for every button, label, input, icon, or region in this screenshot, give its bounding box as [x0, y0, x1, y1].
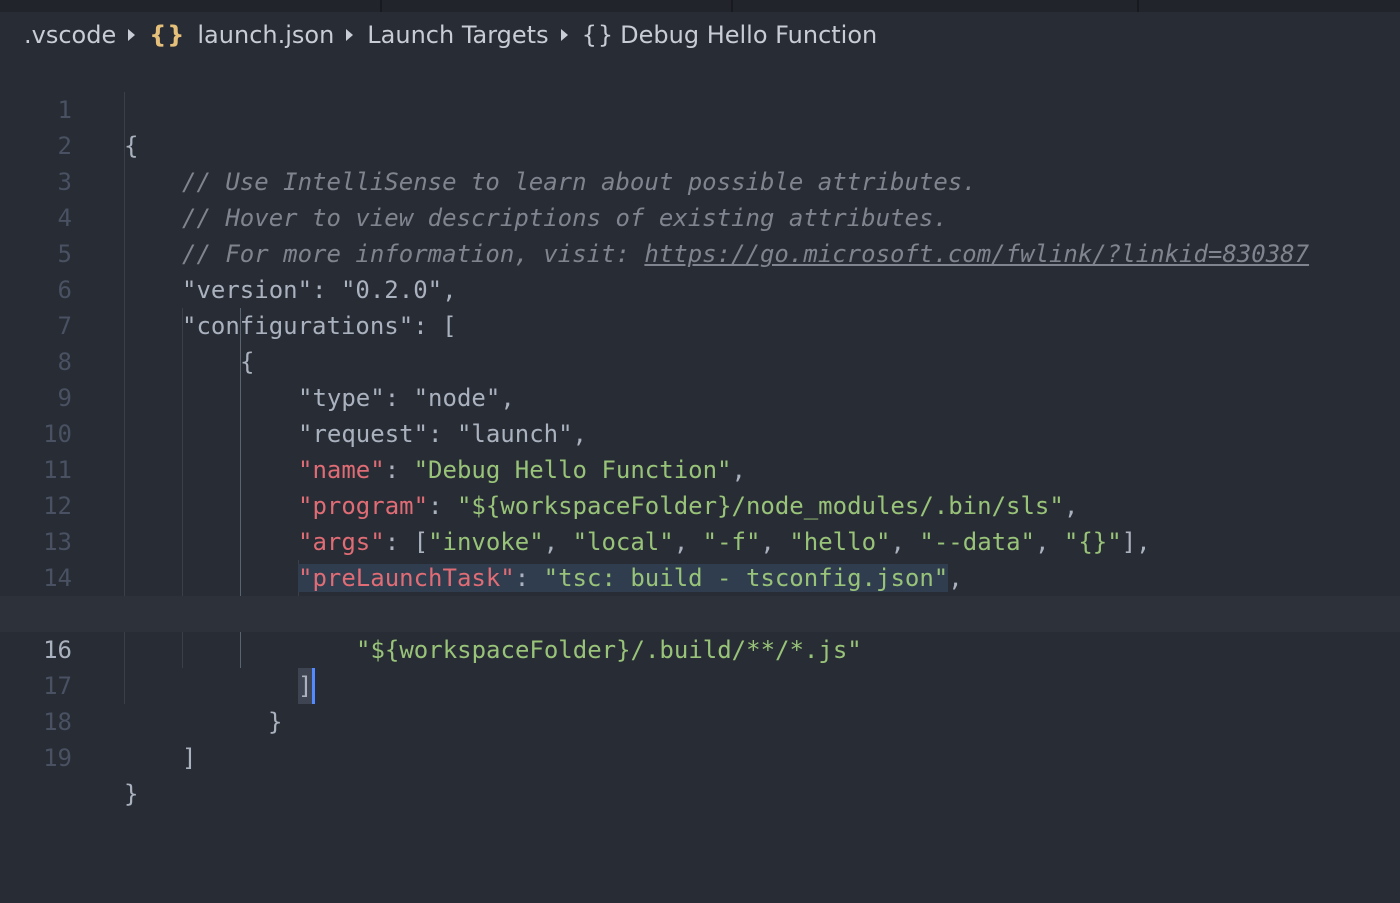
code-line[interactable]: 1 {: [0, 56, 1400, 160]
line-content: ]: [182, 740, 196, 776]
tab-separator: [380, 0, 382, 12]
code-line[interactable]: 9 "request": "launch",: [0, 344, 1400, 448]
breadcrumb-folder-label: .vscode: [24, 21, 117, 49]
chevron-right-icon: [560, 29, 568, 41]
code-line[interactable]: 2 // Use IntelliSense to learn about pos…: [0, 92, 1400, 196]
chevron-right-icon: [346, 29, 354, 41]
close-bracket: ]: [182, 744, 197, 772]
breadcrumb-object-label: Debug Hello Function: [620, 21, 878, 49]
code-line[interactable]: 17 }: [0, 632, 1400, 736]
code-line[interactable]: 19 }: [0, 704, 1400, 808]
code-line[interactable]: 15 "${workspaceFolder}/.build/**/*.js": [0, 560, 1400, 664]
code-line[interactable]: 11 "program": "${workspaceFolder}/node_m…: [0, 416, 1400, 520]
breadcrumb-folder[interactable]: .vscode: [24, 21, 116, 49]
tab-strip: [0, 0, 1400, 12]
code-line[interactable]: 8 "type": "node",: [0, 308, 1400, 412]
code-line[interactable]: 3 // Hover to view descriptions of exist…: [0, 128, 1400, 232]
object-icon: {}: [581, 21, 615, 49]
code-line-current[interactable]: 16 ]: [0, 596, 1400, 704]
breadcrumb-object[interactable]: {} Debug Hello Function: [582, 21, 878, 49]
line-content: }: [124, 776, 138, 812]
code-line[interactable]: 7 {: [0, 272, 1400, 376]
code-line[interactable]: 13 "preLaunchTask": "tsc: build - tsconf…: [0, 488, 1400, 592]
tab-separator: [1137, 0, 1139, 12]
breadcrumb-file-label: launch.json: [197, 21, 335, 49]
chevron-right-icon: [128, 29, 136, 41]
line-number: 19: [43, 744, 72, 772]
breadcrumb: .vscode {} launch.json Launch Targets {}…: [24, 17, 877, 53]
code-editor[interactable]: 1 { 2 // Use IntelliSense to learn about…: [0, 56, 1400, 903]
close-brace: }: [124, 780, 139, 808]
code-line[interactable]: 5 "version": "0.2.0",: [0, 200, 1400, 304]
json-file-icon: {}: [149, 21, 186, 49]
code-line[interactable]: 12 "args": ["invoke", "local", "-f", "he…: [0, 452, 1400, 556]
code-line[interactable]: 4 // For more information, visit: https:…: [0, 164, 1400, 268]
code-line[interactable]: 18 ]: [0, 668, 1400, 772]
code-line[interactable]: 10 "name": "Debug Hello Function",: [0, 380, 1400, 484]
code-line[interactable]: 14 "outFiles": [: [0, 524, 1400, 628]
breadcrumb-section-label: Launch Targets: [367, 21, 549, 49]
breadcrumb-file[interactable]: {} launch.json: [149, 21, 334, 49]
breadcrumb-section[interactable]: Launch Targets: [367, 21, 548, 49]
tab-separator: [731, 0, 733, 12]
code-line[interactable]: 6 "configurations": [: [0, 236, 1400, 340]
